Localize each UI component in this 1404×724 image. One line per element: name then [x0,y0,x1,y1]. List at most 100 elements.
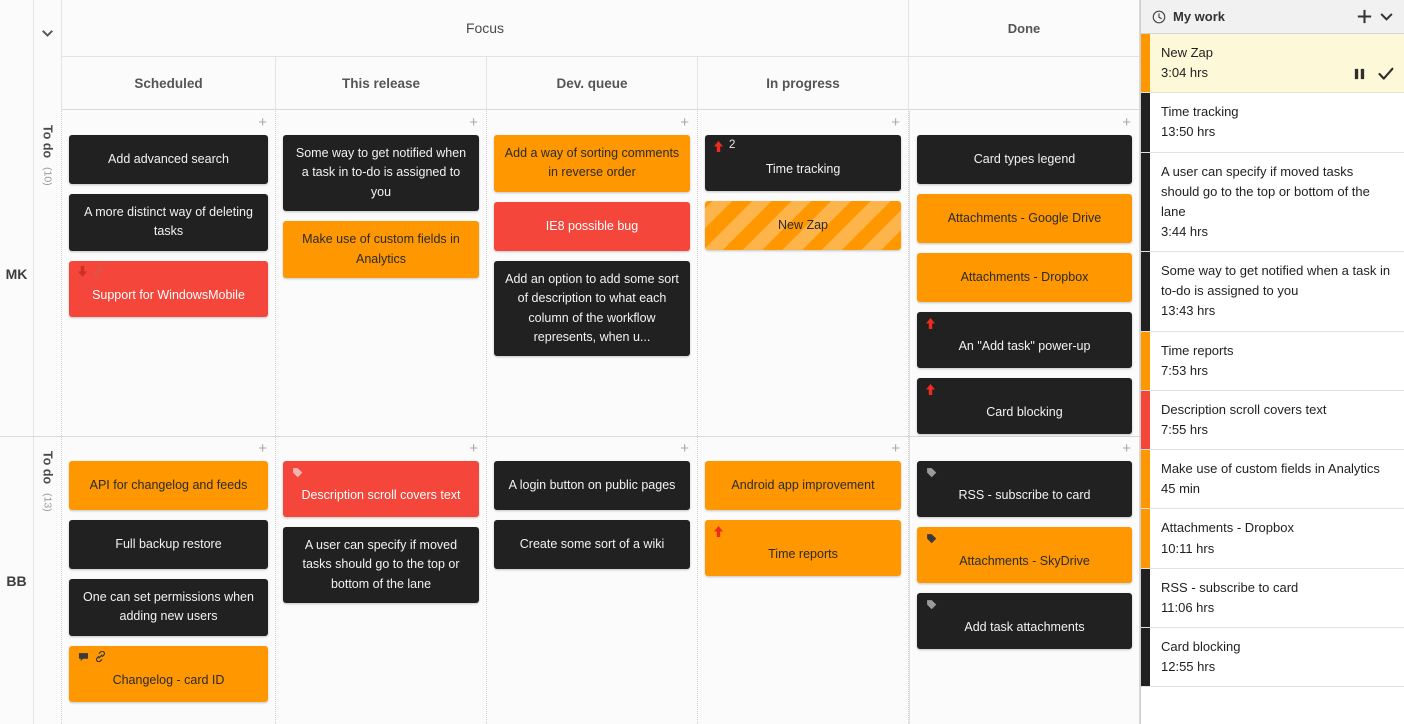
column-title-dev-queue[interactable]: Dev. queue [487,57,698,109]
card[interactable]: Add advanced search [69,135,268,184]
card[interactable]: Card types legend [917,135,1132,184]
card-title: IE8 possible bug [545,218,639,233]
work-item[interactable]: A user can specify if moved tasks should… [1141,152,1404,253]
work-item[interactable]: Time reports 7:53 hrs [1141,331,1404,391]
add-card-button[interactable]: + [1122,441,1131,456]
card-title: Make use of custom fields in Analytics [302,232,460,266]
add-card-button[interactable]: + [891,441,900,456]
arrow-up-icon [926,383,935,395]
add-card-button[interactable]: + [469,115,478,130]
board-collapse-toggle[interactable] [34,0,62,111]
work-item[interactable]: New Zap 3:04 hrs [1141,34,1404,94]
column-title-in-progress[interactable]: In progress [698,57,909,109]
work-item-color-stripe [1141,252,1150,331]
card[interactable]: Attachments - Google Drive [917,194,1132,243]
swimlane-state-label: To do (10) [34,111,62,436]
add-card-button[interactable]: + [680,115,689,130]
card[interactable]: 2 Time tracking [705,135,901,191]
card-badges [292,466,303,478]
swimlane-state-count: (13) [41,492,54,512]
add-work-item-button[interactable] [1357,9,1372,24]
work-item-time: 3:44 hrs [1161,223,1208,239]
card[interactable]: New Zap [705,201,901,250]
lane-column-this-release: + Some way to get notified when a task i… [276,111,487,436]
card[interactable]: A user can specify if moved tasks should… [283,527,479,604]
work-item-title: New Zap [1161,45,1214,60]
card[interactable]: Add task attachments [917,593,1132,649]
work-item-time: 13:50 hrs [1161,124,1216,140]
swimlane-avatar[interactable]: MK [0,111,34,436]
header-columns: Focus Done Scheduled This release Dev. q… [62,0,1139,111]
add-card-button[interactable]: + [891,115,900,130]
swimlanes: MK To do (10) + Add advanced search A mo… [0,111,1139,724]
column-title-scheduled[interactable]: Scheduled [62,57,276,109]
card-title: API for changelog and feeds [89,477,248,492]
arrow-down-icon [78,266,87,278]
card-title: New Zap [777,217,829,232]
complete-task-button[interactable] [1378,67,1394,81]
card[interactable]: Make use of custom fields in Analytics [283,221,479,278]
lane-column-in-progress: + 2 Time tracking New Zap [698,111,909,436]
chevron-down-icon [1380,13,1393,21]
work-item-color-stripe [1141,509,1150,568]
column-title-this-release[interactable]: This release [276,57,487,109]
arrow-up-icon [714,140,723,152]
card-title: Card types legend [973,151,1076,166]
work-item-color-stripe [1141,568,1150,627]
card[interactable]: Changelog - card ID [69,645,268,702]
card[interactable]: Description scroll covers text [283,461,479,517]
work-item-time: 12:55 hrs [1161,659,1216,675]
card-badges [926,598,937,610]
card-list: 2 Time tracking New Zap [705,111,901,250]
card[interactable]: Android app improvement [705,461,901,510]
card[interactable]: Add a way of sorting comments in reverse… [494,135,690,192]
add-card-button[interactable]: + [680,441,689,456]
work-item[interactable]: Some way to get notified when a task in … [1141,252,1404,332]
card-title: Add an option to add some sort of descri… [505,271,679,344]
card[interactable]: Create some sort of a wiki [494,520,690,569]
card-title: Attachments - SkyDrive [959,553,1090,568]
card[interactable]: Attachments - Dropbox [917,253,1132,302]
pause-timer-button[interactable] [1353,67,1366,81]
card[interactable]: Support for WindowsMobile [69,260,268,317]
add-card-button[interactable]: + [1122,115,1131,130]
card-title: Android app improvement [731,477,875,492]
card-badges [926,317,935,329]
column-group-focus: Focus [62,0,909,56]
card[interactable]: A login button on public pages [494,461,690,510]
swimlane-state-text: To do [40,451,55,485]
work-item[interactable]: RSS - subscribe to card 11:06 hrs [1141,568,1404,628]
collapse-panel-button[interactable] [1379,9,1394,24]
work-item-time: 3:04 hrs [1161,65,1208,81]
card[interactable]: Full backup restore [69,520,268,569]
card[interactable]: API for changelog and feeds [69,461,268,510]
my-work-list: New Zap 3:04 hrs Time tracking 13:50 hrs… [1141,34,1404,724]
pause-icon [1354,69,1365,80]
card[interactable]: Add an option to add some sort of descri… [494,260,690,357]
swimlane-avatar[interactable]: BB [0,437,34,724]
card[interactable]: Time reports [705,520,901,576]
card[interactable]: Some way to get notified when a task in … [283,135,479,212]
card[interactable]: A more distinct way of deleting tasks [69,194,268,251]
add-card-button[interactable]: + [469,441,478,456]
add-card-button[interactable]: + [258,441,267,456]
add-card-button[interactable]: + [258,115,267,130]
card[interactable]: RSS - subscribe to card [917,461,1132,517]
card-title: Full backup restore [115,536,222,551]
work-item-color-stripe [1141,152,1150,252]
tag-icon [927,533,937,543]
work-item[interactable]: Attachments - Dropbox 10:11 hrs [1141,509,1404,569]
work-item-time: 13:43 hrs [1161,303,1216,319]
work-item[interactable]: Make use of custom fields in Analytics 4… [1141,450,1404,510]
card[interactable]: Attachments - SkyDrive [917,527,1132,583]
work-item[interactable]: Time tracking 13:50 hrs [1141,93,1404,153]
card[interactable]: An "Add task" power-up [917,312,1132,368]
work-item[interactable]: Card blocking 12:55 hrs [1141,627,1404,688]
my-work-header: My work [1141,0,1404,34]
card[interactable]: One can set permissions when adding new … [69,579,268,636]
card[interactable]: Card blocking [917,378,1132,434]
work-item[interactable]: Description scroll covers text 7:55 hrs [1141,390,1404,451]
card[interactable]: IE8 possible bug [494,201,690,251]
work-item-color-stripe [1141,93,1150,152]
card-title: Attachments - Google Drive [947,210,1102,225]
